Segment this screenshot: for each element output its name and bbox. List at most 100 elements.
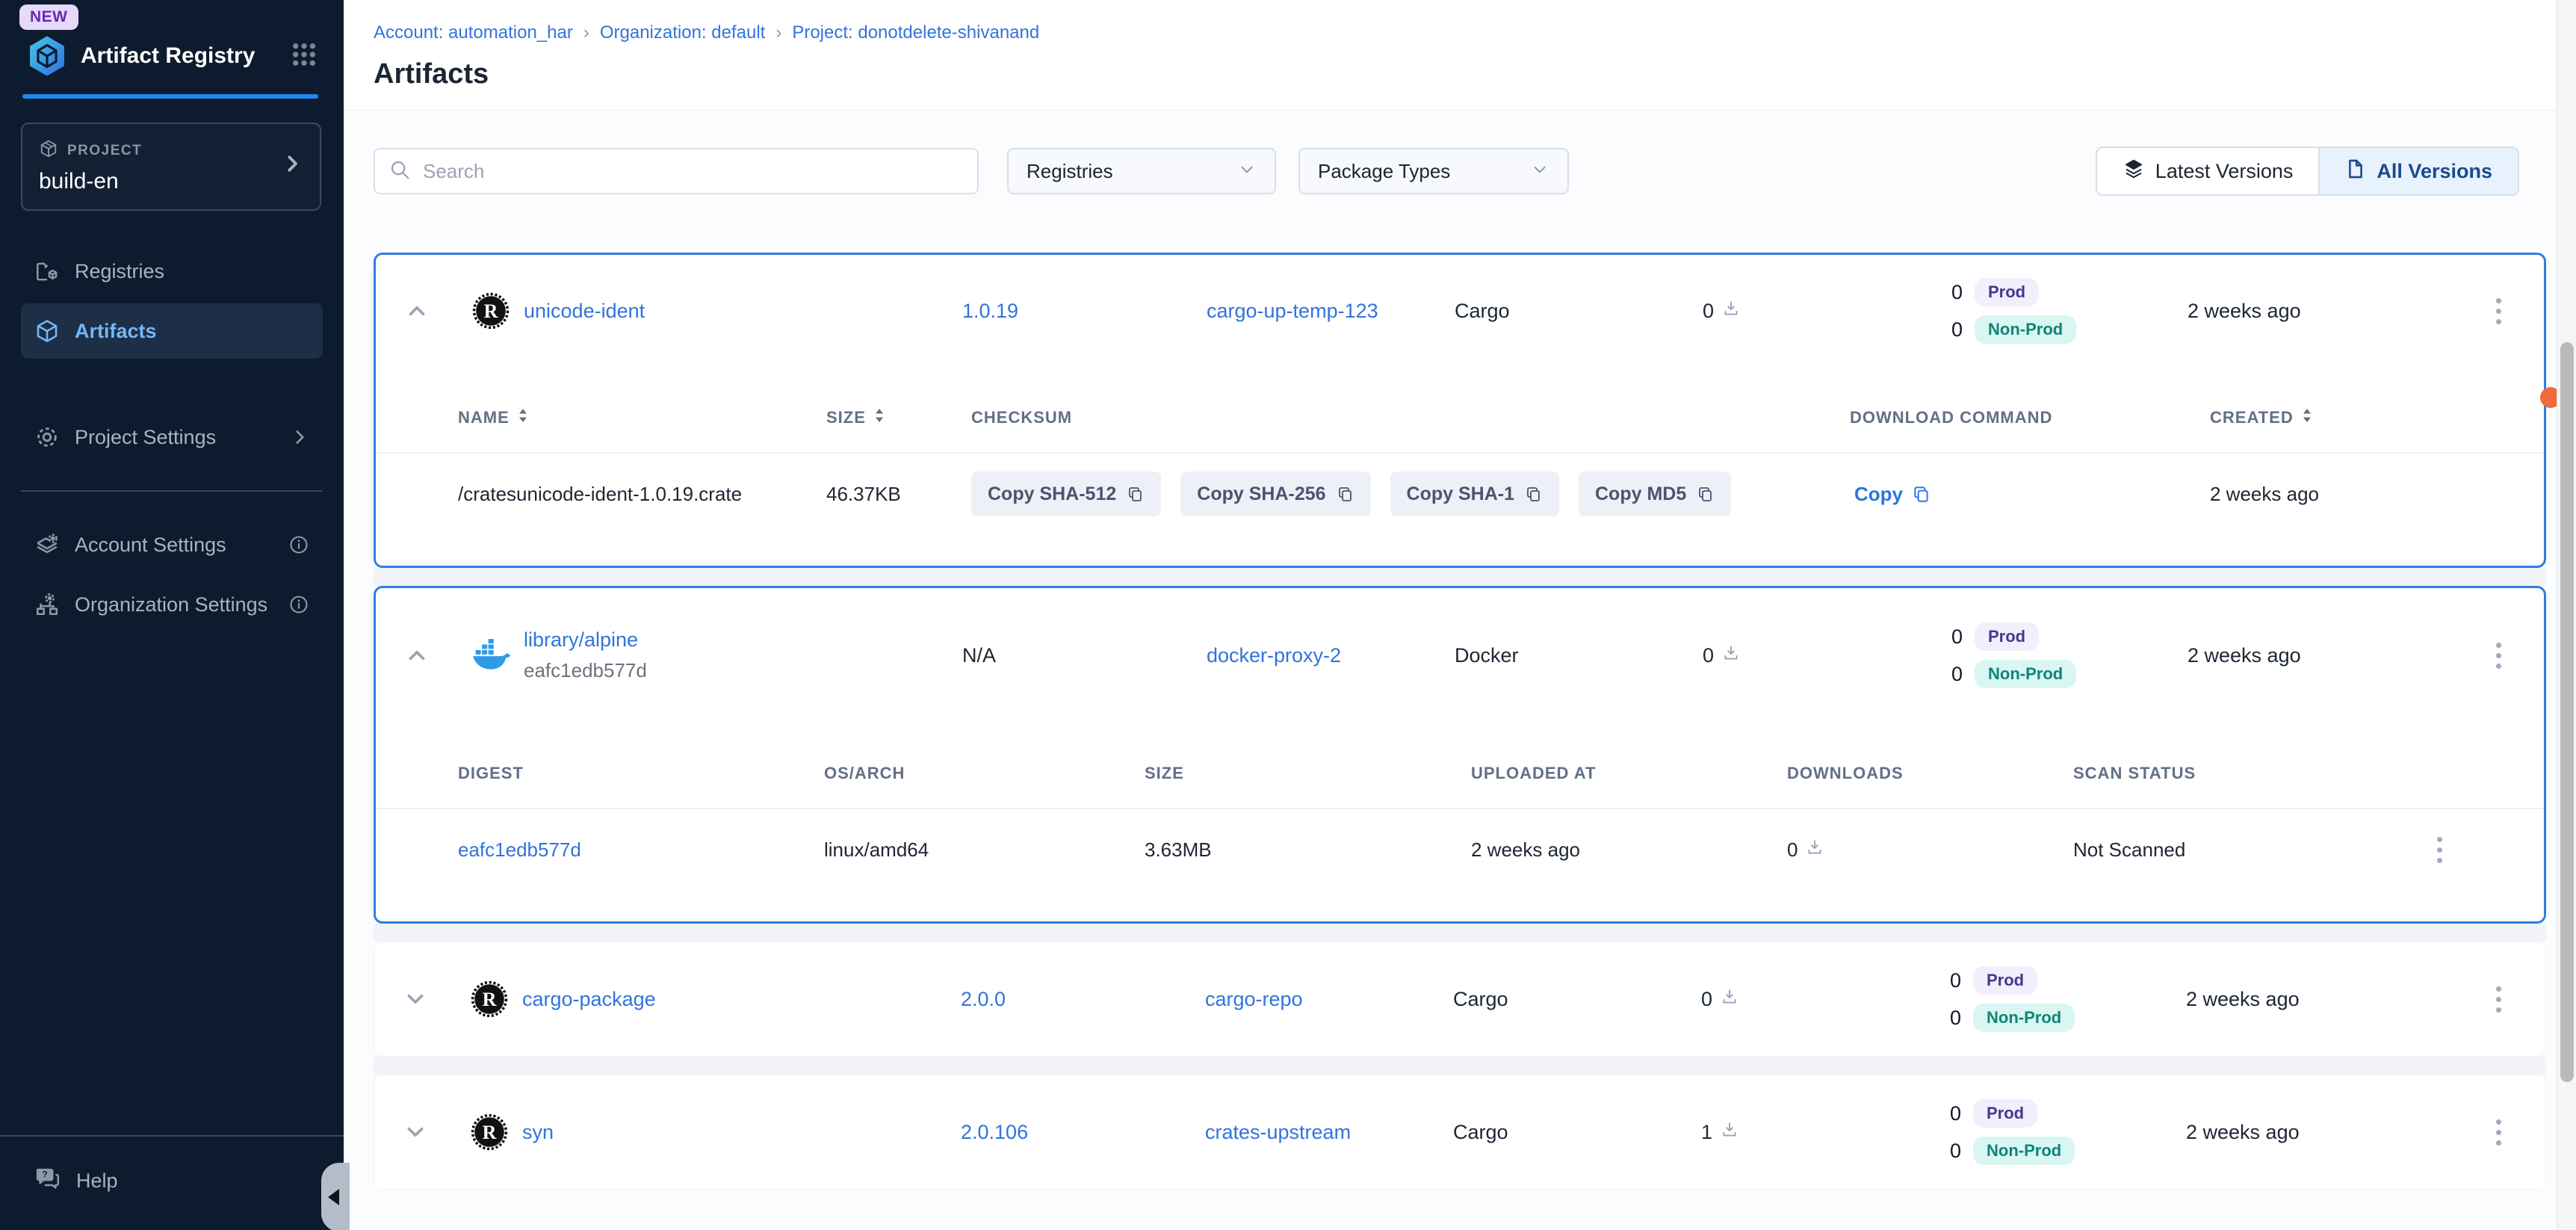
sidebar-item-account-settings[interactable]: Account Settings [21,517,323,572]
org-hierarchy-gear-icon [34,592,60,617]
prod-badge: Prod [1973,1099,2037,1128]
artifact-version-link[interactable]: 2.0.106 [961,1121,1028,1143]
column-header-uploaded-at: UPLOADED AT [1471,764,1787,783]
versions-view-toggle: Latest Versions All Versions [2096,146,2519,196]
digest-os-arch: linux/amd64 [824,838,1145,862]
copy-sha1-button[interactable]: Copy SHA-1 [1390,472,1559,516]
download-icon [1805,838,1824,862]
search-icon [388,158,411,185]
copy-sha512-button[interactable]: Copy SHA-512 [971,472,1161,516]
nonprod-badge: Non-Prod [1973,1004,2075,1032]
artifact-version-link[interactable]: 1.0.19 [962,300,1018,322]
chevron-right-icon [281,152,303,182]
artifact-registry-link[interactable]: docker-proxy-2 [1207,644,1341,667]
nonprod-badge: Non-Prod [1973,1137,2075,1165]
project-name: build-en [39,169,281,194]
artifacts-cube-icon [34,318,60,344]
artifact-version-link[interactable]: 2.0.0 [961,988,1006,1010]
scrollbar-thumb[interactable] [2560,342,2574,1082]
column-header-size[interactable]: SIZE [826,407,971,428]
prod-count: 0 [1936,969,1961,992]
registries-filter-dropdown[interactable]: Registries [1007,148,1276,194]
breadcrumb-project-link[interactable]: Project: donotdelete-shivanand [792,22,1039,43]
sidebar-item-project-settings[interactable]: Project Settings [21,410,323,465]
artifacts-list: R unicode-ident 1.0.19 cargo-up-temp-123… [344,196,2576,1190]
sidebar-collapse-handle[interactable] [321,1163,350,1230]
rust-cargo-icon: R [470,980,509,1019]
artifact-row: R unicode-ident 1.0.19 cargo-up-temp-123… [376,255,2544,367]
copy-md5-button[interactable]: Copy MD5 [1579,472,1731,516]
breadcrumb-separator: › [775,22,781,43]
artifact-row: R syn 2.0.106 crates-upstream Cargo 1 [374,1075,2545,1189]
project-selector[interactable]: PROJECT build-en [21,123,321,211]
collapse-row-button[interactable] [400,294,433,327]
row-menu-button[interactable] [2489,1112,2509,1153]
row-menu-button[interactable] [2489,291,2509,332]
artifact-registry-link[interactable]: cargo-up-temp-123 [1207,300,1378,322]
nonprod-badge: Non-Prod [1975,660,2076,688]
prod-badge: Prod [1975,622,2039,651]
collapse-left-icon [328,1189,339,1205]
help-button[interactable]: ? Help [0,1137,344,1230]
copy-sha256-button[interactable]: Copy SHA-256 [1180,472,1370,516]
page-title: Artifacts [374,58,2546,90]
rust-cargo-icon: R [470,1113,509,1152]
info-icon[interactable] [288,594,309,615]
artifact-registry-link[interactable]: cargo-repo [1205,988,1303,1010]
column-header-created[interactable]: CREATED [2210,407,2544,428]
sidebar-item-artifacts[interactable]: Artifacts [21,303,323,359]
artifact-card-cargo-package: R cargo-package 2.0.0 cargo-repo Cargo 0 [374,942,2546,1057]
artifact-card-syn: R syn 2.0.106 crates-upstream Cargo 1 [374,1075,2546,1190]
vertical-scrollbar[interactable] [2557,0,2576,1230]
versions-subtable: DIGEST OS/ARCH SIZE UPLOADED AT DOWNLOAD… [376,750,2544,921]
breadcrumb-org-link[interactable]: Organization: default [600,22,765,43]
sidebar-item-organization-settings[interactable]: Organization Settings [21,577,323,632]
artifact-registry-link[interactable]: crates-upstream [1205,1121,1351,1143]
new-badge: NEW [19,4,78,30]
collapse-row-button[interactable] [400,639,433,672]
latest-versions-label: Latest Versions [2155,160,2294,183]
nonprod-count: 0 [1937,663,1963,686]
column-header-scan-status: SCAN STATUS [2073,764,2335,783]
package-types-filter-dropdown[interactable]: Package Types [1298,148,1569,194]
prod-badge: Prod [1975,278,2039,306]
search-box [374,148,979,194]
project-cube-icon [39,139,58,163]
row-menu-button[interactable] [2430,829,2450,871]
column-header-name[interactable]: NAME [458,407,826,428]
sidebar-item-registries[interactable]: Registries [21,244,323,299]
search-input[interactable] [421,159,964,184]
artifact-name-link[interactable]: unicode-ident [524,300,645,322]
artifact-updated: 2 weeks ago [2186,988,2452,1011]
all-versions-button[interactable]: All Versions [2318,148,2518,194]
download-icon [1721,299,1741,324]
row-menu-button[interactable] [2489,979,2509,1020]
module-grid-icon[interactable] [291,42,317,71]
nonprod-badge: Non-Prod [1975,315,2076,344]
digest-scan-status: Not Scanned [2073,838,2335,862]
files-subtable: NAME SIZE CHECKSUM [376,394,2544,566]
breadcrumb: Account: automation_har › Organization: … [374,22,2546,43]
copy-icon [1697,485,1715,503]
artifact-name-link[interactable]: cargo-package [522,988,656,1010]
latest-versions-button[interactable]: Latest Versions [2097,148,2319,194]
digest-link[interactable]: eafc1edb577d [458,838,581,861]
artifact-name-link[interactable]: library/alpine [524,628,638,651]
breadcrumb-account-link[interactable]: Account: automation_har [374,22,573,43]
expand-row-button[interactable] [399,1116,432,1149]
artifact-name-link[interactable]: syn [522,1121,554,1143]
sidebar-divider [21,490,323,492]
brand-underline [22,94,318,99]
gear-icon [34,424,60,450]
info-icon[interactable] [288,534,309,555]
column-header-os-arch: OS/ARCH [824,764,1145,783]
artifact-card-library-alpine: library/alpine eafc1edb577d N/A docker-p… [374,586,2546,924]
sort-icon [2301,407,2313,428]
file-size: 46.37KB [826,483,971,506]
artifact-card-unicode-ident: R unicode-ident 1.0.19 cargo-up-temp-123… [374,253,2546,568]
expand-row-button[interactable] [399,983,432,1016]
chevron-down-icon [1237,159,1257,184]
row-menu-button[interactable] [2489,635,2509,676]
copy-download-command-button[interactable]: Copy [1850,482,1936,507]
project-label: PROJECT [67,143,142,159]
